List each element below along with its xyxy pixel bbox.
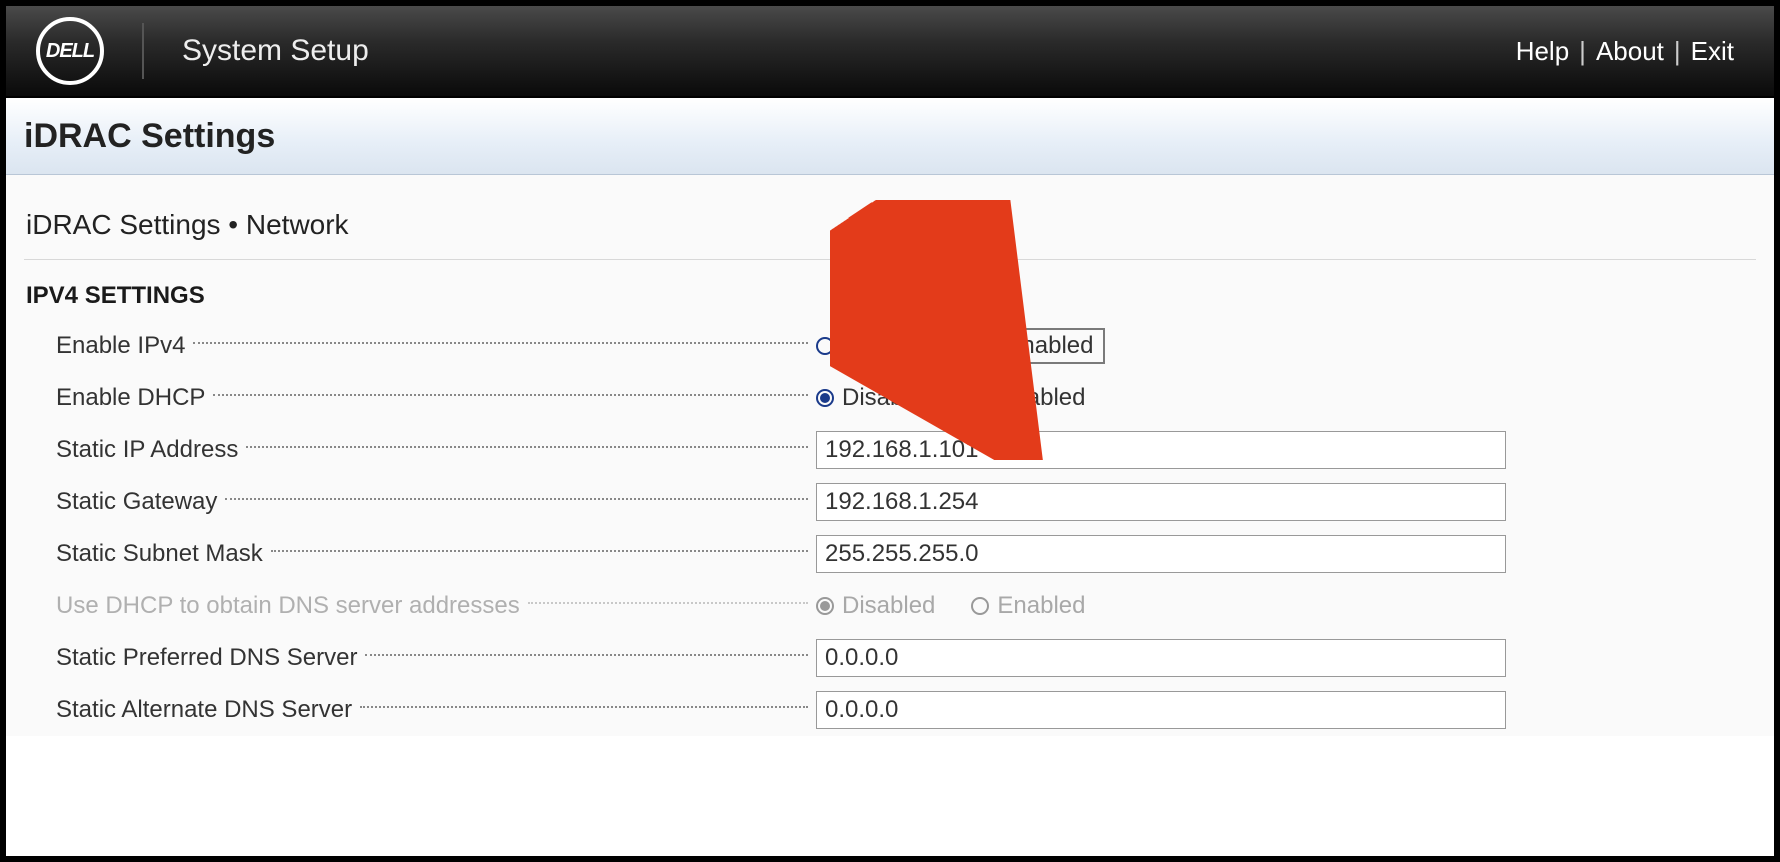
value-enable-ipv4: Disabled Enabled (816, 328, 1756, 364)
radio-dhcp-dns-disabled: Disabled (816, 592, 935, 620)
label-static-ip: Static IP Address (56, 436, 816, 464)
row-static-subnet: Static Subnet Mask (56, 528, 1756, 580)
preferred-dns-input[interactable] (816, 639, 1506, 677)
label-alternate-dns: Static Alternate DNS Server (56, 696, 816, 724)
label-static-subnet: Static Subnet Mask (56, 540, 816, 568)
row-preferred-dns: Static Preferred DNS Server (56, 632, 1756, 684)
value-static-subnet (816, 535, 1756, 573)
row-dhcp-dns: Use DHCP to obtain DNS server addresses … (56, 580, 1756, 632)
label-text: Static Gateway (56, 488, 217, 516)
dotted-leader (271, 550, 808, 552)
content-area: iDRAC Settings • Network IPV4 SETTINGS E… (6, 175, 1774, 736)
dotted-leader (193, 342, 808, 344)
label-dhcp-dns: Use DHCP to obtain DNS server addresses (56, 592, 816, 620)
value-alternate-dns (816, 691, 1756, 729)
radio-icon (971, 389, 989, 407)
radio-icon (979, 337, 997, 355)
page-title: iDRAC Settings (24, 117, 1756, 156)
app-title: System Setup (182, 34, 369, 68)
separator: | (1579, 36, 1586, 67)
about-link[interactable]: About (1596, 36, 1664, 67)
static-gateway-input[interactable] (816, 483, 1506, 521)
radio-enable-ipv4-disabled[interactable]: Disabled (816, 332, 935, 360)
value-static-gateway (816, 483, 1756, 521)
dell-logo-icon: DELL (36, 17, 104, 85)
header-divider (142, 23, 144, 79)
radio-enable-ipv4-enabled[interactable]: Enabled (971, 328, 1105, 364)
dotted-leader (360, 706, 808, 708)
section-title-ipv4: IPV4 SETTINGS (24, 260, 1756, 320)
row-alternate-dns: Static Alternate DNS Server (56, 684, 1756, 736)
static-subnet-input[interactable] (816, 535, 1506, 573)
radio-label: Disabled (842, 384, 935, 412)
label-text: Static IP Address (56, 436, 238, 464)
row-static-gateway: Static Gateway (56, 476, 1756, 528)
radio-icon (816, 337, 834, 355)
breadcrumb: iDRAC Settings • Network (24, 197, 1756, 260)
radio-icon (816, 389, 834, 407)
radio-label: Disabled (842, 332, 935, 360)
top-header: DELL System Setup Help | About | Exit (6, 6, 1774, 98)
dotted-leader (365, 654, 808, 656)
label-text: Static Alternate DNS Server (56, 696, 352, 724)
radio-dhcp-dns-enabled: Enabled (971, 592, 1085, 620)
dotted-leader (225, 498, 808, 500)
radio-label: Enabled (1005, 332, 1093, 360)
row-enable-dhcp: Enable DHCP Disabled Enabled (56, 372, 1756, 424)
alternate-dns-input[interactable] (816, 691, 1506, 729)
value-static-ip (816, 431, 1756, 469)
separator: | (1674, 36, 1681, 67)
static-ip-input[interactable] (816, 431, 1506, 469)
dotted-leader (528, 602, 808, 604)
label-enable-dhcp: Enable DHCP (56, 384, 816, 412)
label-text: Enable IPv4 (56, 332, 185, 360)
value-dhcp-dns: Disabled Enabled (816, 592, 1756, 620)
header-left: DELL System Setup (36, 17, 369, 85)
radio-icon (971, 597, 989, 615)
label-text: Static Preferred DNS Server (56, 644, 357, 672)
label-enable-ipv4: Enable IPv4 (56, 332, 816, 360)
label-text: Static Subnet Mask (56, 540, 263, 568)
radio-label: Enabled (997, 592, 1085, 620)
radio-icon (816, 597, 834, 615)
settings-rows: Enable IPv4 Disabled Enabled Enabl (24, 320, 1756, 736)
radio-enable-dhcp-disabled[interactable]: Disabled (816, 384, 935, 412)
label-static-gateway: Static Gateway (56, 488, 816, 516)
row-enable-ipv4: Enable IPv4 Disabled Enabled (56, 320, 1756, 372)
dotted-leader (213, 394, 808, 396)
radio-label: Enabled (997, 384, 1085, 412)
radio-enable-dhcp-enabled[interactable]: Enabled (971, 384, 1085, 412)
value-preferred-dns (816, 639, 1756, 677)
label-text: Use DHCP to obtain DNS server addresses (56, 592, 520, 620)
label-preferred-dns: Static Preferred DNS Server (56, 644, 816, 672)
label-text: Enable DHCP (56, 384, 205, 412)
radio-label: Disabled (842, 592, 935, 620)
value-enable-dhcp: Disabled Enabled (816, 384, 1756, 412)
row-static-ip: Static IP Address (56, 424, 1756, 476)
exit-link[interactable]: Exit (1691, 36, 1734, 67)
page-title-bar: iDRAC Settings (6, 98, 1774, 175)
help-link[interactable]: Help (1516, 36, 1569, 67)
header-links: Help | About | Exit (1516, 36, 1734, 67)
dotted-leader (246, 446, 808, 448)
